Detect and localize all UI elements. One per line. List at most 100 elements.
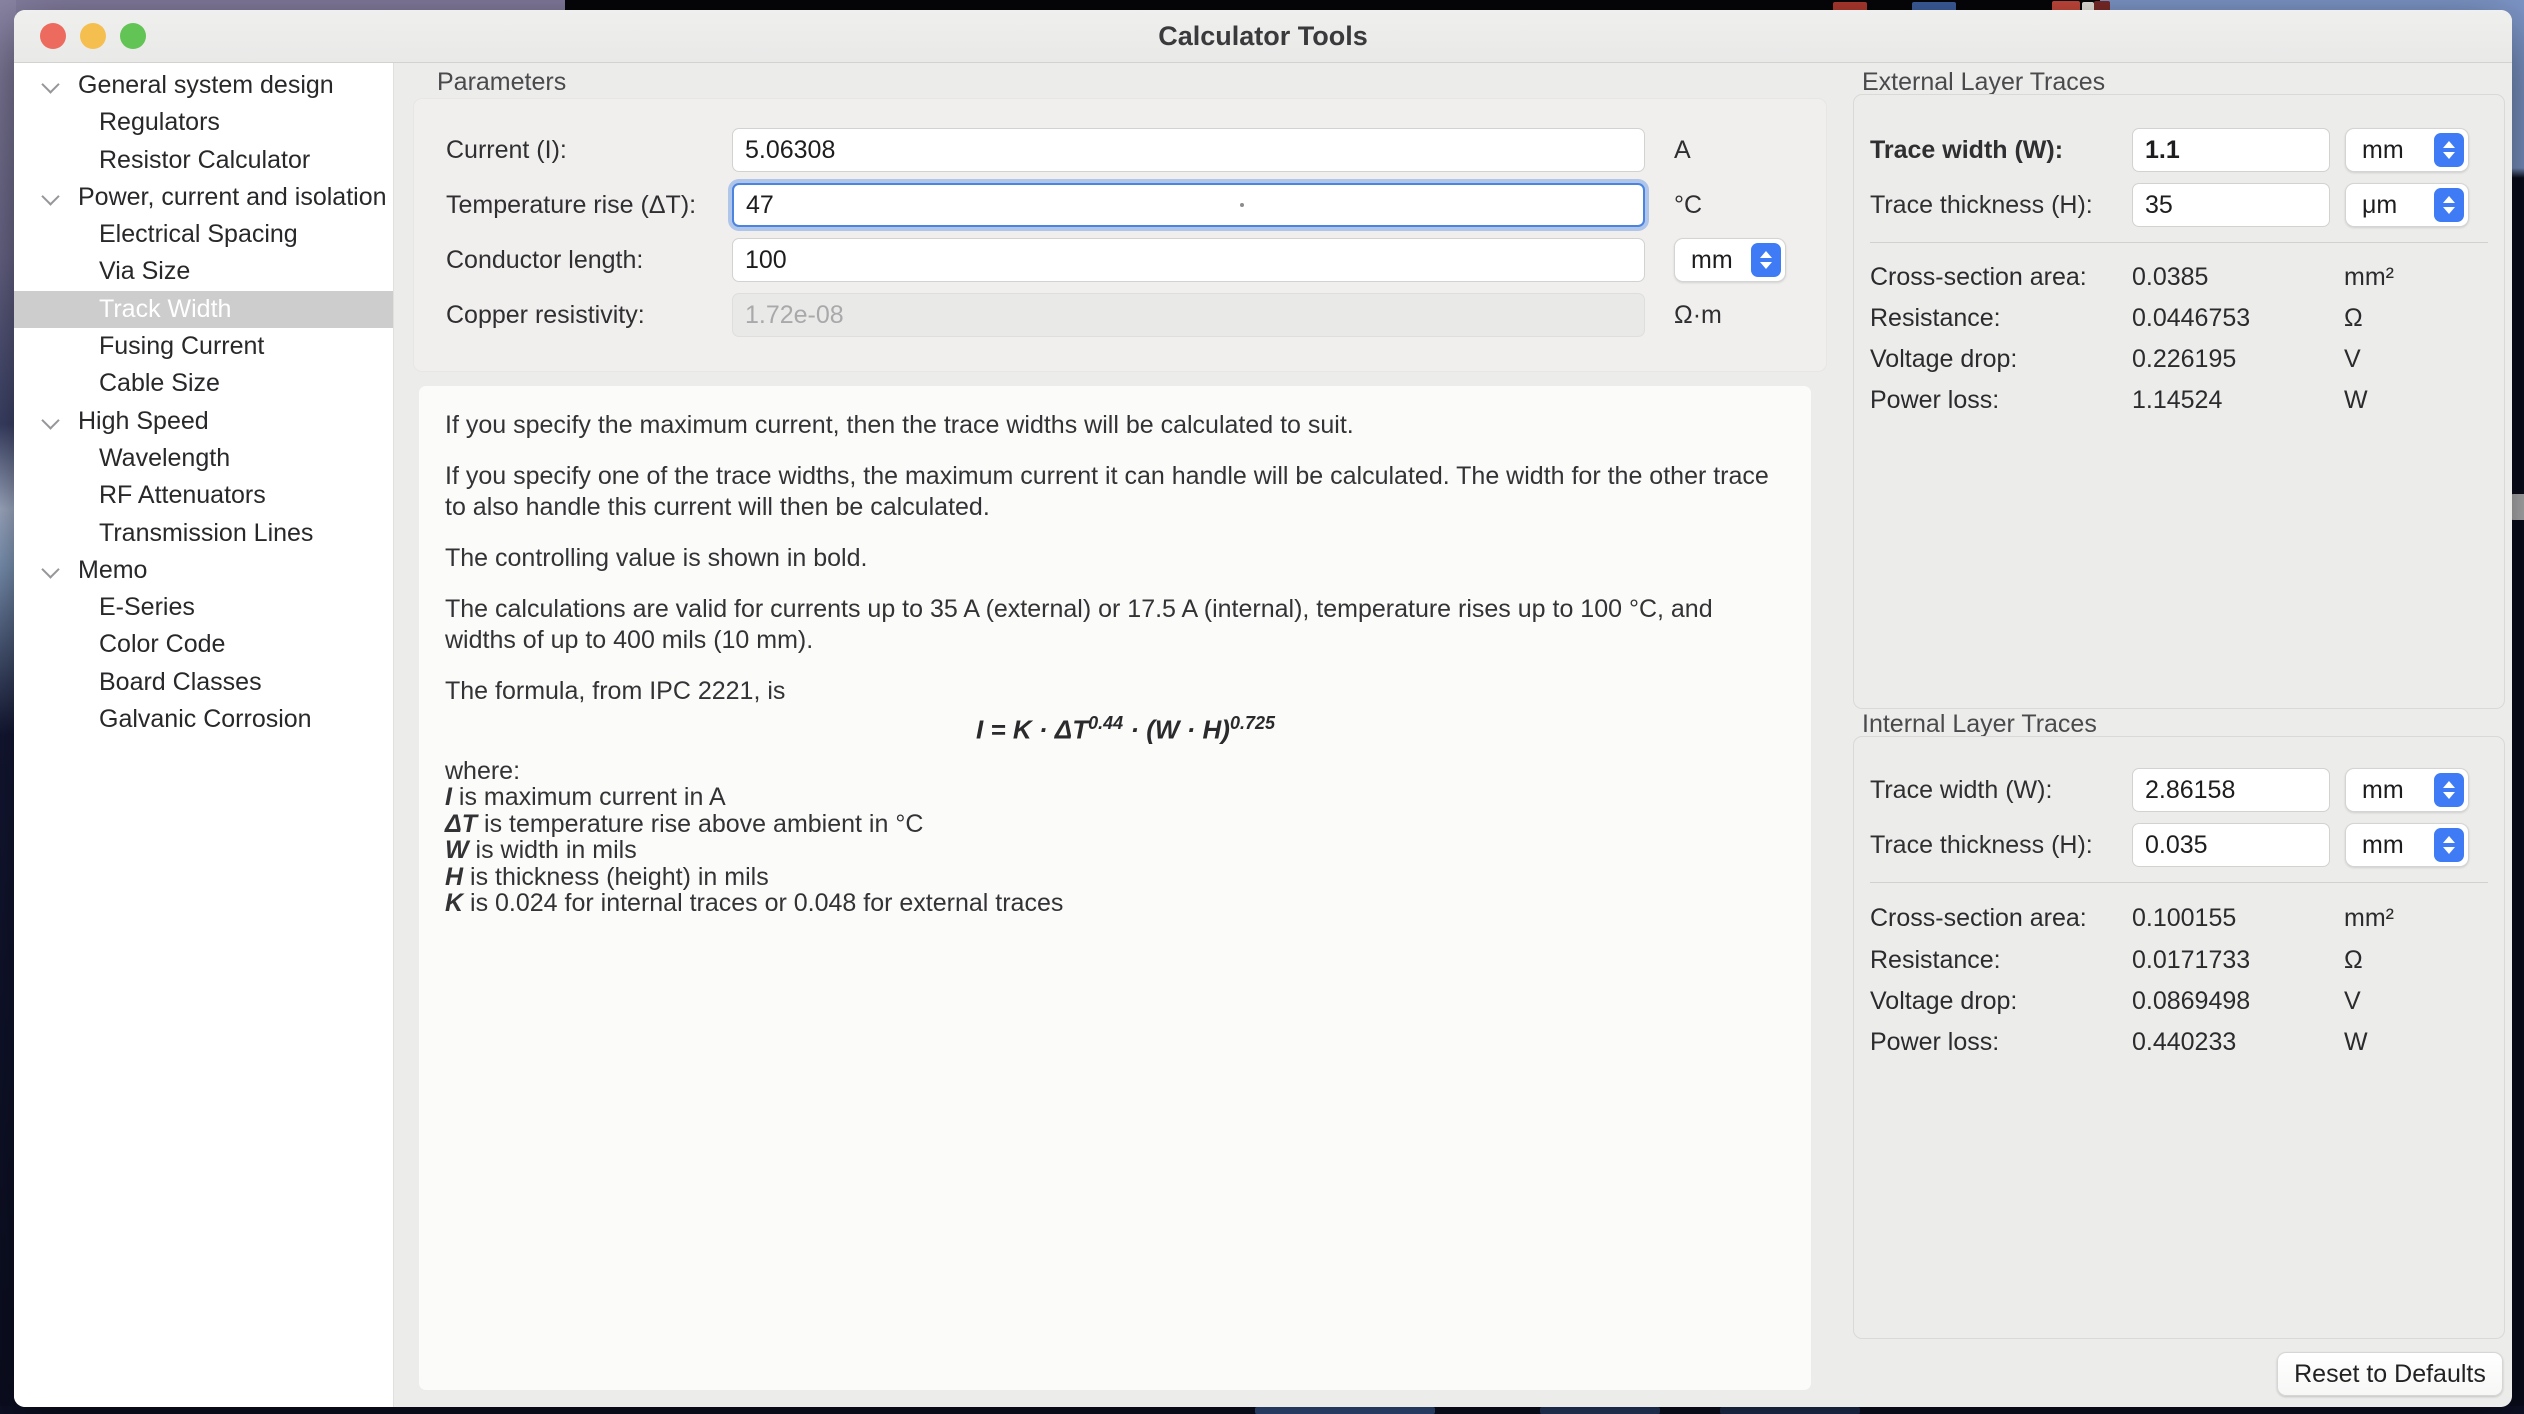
divider (1870, 882, 2488, 883)
sidebar-item-board-classes[interactable]: Board Classes (14, 664, 393, 701)
copper-resistivity-label: Copper resistivity: (446, 293, 645, 337)
copper-resistivity-unit: Ω·m (1674, 293, 1722, 337)
divider (1870, 242, 2488, 243)
ext-voltage-drop-label: Voltage drop: (1870, 344, 2017, 374)
reset-to-defaults-button[interactable]: Reset to Defaults (2277, 1352, 2503, 1396)
sidebar-item-fusing-current[interactable]: Fusing Current (14, 328, 393, 365)
legend-line: ΔT is temperature rise above ambient in … (445, 811, 1785, 838)
sidebar-item-color-code[interactable]: Color Code (14, 626, 393, 663)
desktop-blob (1720, 1407, 1860, 1414)
external-traces-title: External Layer Traces (1862, 68, 2105, 97)
ext-cross-section-value: 0.0385 (2132, 262, 2208, 292)
stepper-icon[interactable] (2434, 188, 2464, 222)
help-paragraph: The calculations are valid for currents … (445, 594, 1785, 656)
chevron-down-icon[interactable] (41, 187, 59, 205)
desktop-right-notch (2510, 494, 2524, 520)
temperature-rise-unit: °C (1674, 183, 1702, 227)
ext-trace-width-label: Trace width (W): (1870, 128, 2063, 172)
sidebar-item-track-width[interactable]: Track Width (14, 291, 393, 328)
int-voltage-drop-label: Voltage drop: (1870, 986, 2017, 1016)
sidebar-item-memo[interactable]: Memo (14, 552, 393, 589)
desktop-right-strip (2510, 0, 2524, 1414)
int-power-loss-label: Power loss: (1870, 1027, 1999, 1057)
formula-legend: where: I is maximum current in A ΔT is t… (445, 758, 1785, 917)
help-paragraph: If you specify one of the trace widths, … (445, 461, 1785, 523)
help-text-panel: If you specify the maximum current, then… (419, 386, 1811, 1390)
chevron-down-icon[interactable] (41, 411, 59, 429)
close-button[interactable] (40, 23, 66, 49)
temperature-rise-label: Temperature rise (ΔT): (446, 183, 696, 227)
copper-resistivity-input (732, 293, 1645, 337)
desktop-blob (1255, 1407, 1435, 1414)
stepper-icon[interactable] (2434, 828, 2464, 862)
int-voltage-drop-unit: V (2344, 986, 2361, 1016)
ext-trace-width-input[interactable] (2132, 128, 2330, 172)
ext-voltage-drop-value: 0.226195 (2132, 344, 2236, 374)
conductor-length-label: Conductor length: (446, 238, 643, 282)
sidebar-item-regulators[interactable]: Regulators (14, 104, 393, 141)
sidebar-item-transmission-lines[interactable]: Transmission Lines (14, 515, 393, 552)
int-trace-thickness-input[interactable] (2132, 823, 2330, 867)
legend-line: K is 0.024 for internal traces or 0.048 … (445, 890, 1785, 917)
ext-power-loss-unit: W (2344, 385, 2368, 415)
sidebar-item-electrical-spacing[interactable]: Electrical Spacing (14, 216, 393, 253)
sidebar-item-wavelength[interactable]: Wavelength (14, 440, 393, 477)
stepper-icon[interactable] (2434, 773, 2464, 807)
current-unit: A (1674, 128, 1691, 172)
sidebar-item-rf-attenuators[interactable]: RF Attenuators (14, 477, 393, 514)
chevron-down-icon[interactable] (41, 75, 59, 93)
legend-line: I is maximum current in A (445, 784, 1785, 811)
internal-traces-title: Internal Layer Traces (1862, 710, 2097, 739)
ext-resistance-value: 0.0446753 (2132, 303, 2250, 333)
int-power-loss-unit: W (2344, 1027, 2368, 1057)
sidebar-item-galvanic-corrosion[interactable]: Galvanic Corrosion (14, 701, 393, 738)
stepper-icon[interactable] (2434, 133, 2464, 167)
ext-trace-thickness-input[interactable] (2132, 183, 2330, 227)
int-power-loss-value: 0.440233 (2132, 1027, 2236, 1057)
ext-trace-width-unit-select[interactable]: mm (2345, 128, 2469, 172)
title-bar[interactable]: Calculator Tools (14, 10, 2512, 63)
calculator-tree-sidebar: General system design Regulators Resisto… (14, 63, 394, 1407)
sidebar-item-resistor-calculator[interactable]: Resistor Calculator (14, 142, 393, 179)
help-paragraph: The formula, from IPC 2221, is (445, 676, 1785, 707)
sidebar-item-via-size[interactable]: Via Size (14, 253, 393, 290)
temperature-rise-input[interactable] (732, 183, 1645, 227)
int-cross-section-value: 0.100155 (2132, 903, 2236, 933)
int-resistance-unit: Ω (2344, 945, 2363, 975)
int-trace-width-unit-select[interactable]: mm (2345, 768, 2469, 812)
ext-resistance-label: Resistance: (1870, 303, 2001, 333)
int-trace-thickness-label: Trace thickness (H): (1870, 823, 2093, 867)
int-resistance-label: Resistance: (1870, 945, 2001, 975)
current-label: Current (I): (446, 128, 567, 172)
int-voltage-drop-value: 0.0869498 (2132, 986, 2250, 1016)
minimize-button[interactable] (80, 23, 106, 49)
int-trace-width-input[interactable] (2132, 768, 2330, 812)
ext-cross-section-unit: mm² (2344, 262, 2394, 292)
sidebar-item-cable-size[interactable]: Cable Size (14, 365, 393, 402)
ext-cross-section-label: Cross-section area: (1870, 262, 2087, 292)
sidebar-item-general-system-design[interactable]: General system design (14, 67, 393, 104)
int-trace-thickness-unit-select[interactable]: mm (2345, 823, 2469, 867)
ext-trace-thickness-unit-select[interactable]: μm (2345, 183, 2469, 227)
calculator-tools-window: Calculator Tools General system design R… (14, 10, 2512, 1407)
int-trace-width-label: Trace width (W): (1870, 768, 2052, 812)
zoom-button[interactable] (120, 23, 146, 49)
sidebar-item-high-speed[interactable]: High Speed (14, 403, 393, 440)
legend-line: H is thickness (height) in mils (445, 864, 1785, 891)
conductor-length-input[interactable] (732, 238, 1645, 282)
parameters-section-title: Parameters (437, 68, 566, 97)
ext-power-loss-label: Power loss: (1870, 385, 1999, 415)
int-cross-section-label: Cross-section area: (1870, 903, 2087, 933)
conductor-length-unit-select[interactable]: mm (1674, 238, 1786, 282)
ext-resistance-unit: Ω (2344, 303, 2363, 333)
help-paragraph: The controlling value is shown in bold. (445, 543, 1785, 574)
ext-voltage-drop-unit: V (2344, 344, 2361, 374)
current-input[interactable] (732, 128, 1645, 172)
chevron-down-icon[interactable] (41, 560, 59, 578)
stepper-icon[interactable] (1751, 243, 1781, 277)
legend-line: W is width in mils (445, 837, 1785, 864)
sidebar-item-e-series[interactable]: E-Series (14, 589, 393, 626)
mouse-cursor-dot (1240, 203, 1244, 207)
sidebar-item-power-current-isolation[interactable]: Power, current and isolation (14, 179, 393, 216)
window-title: Calculator Tools (14, 10, 2512, 62)
